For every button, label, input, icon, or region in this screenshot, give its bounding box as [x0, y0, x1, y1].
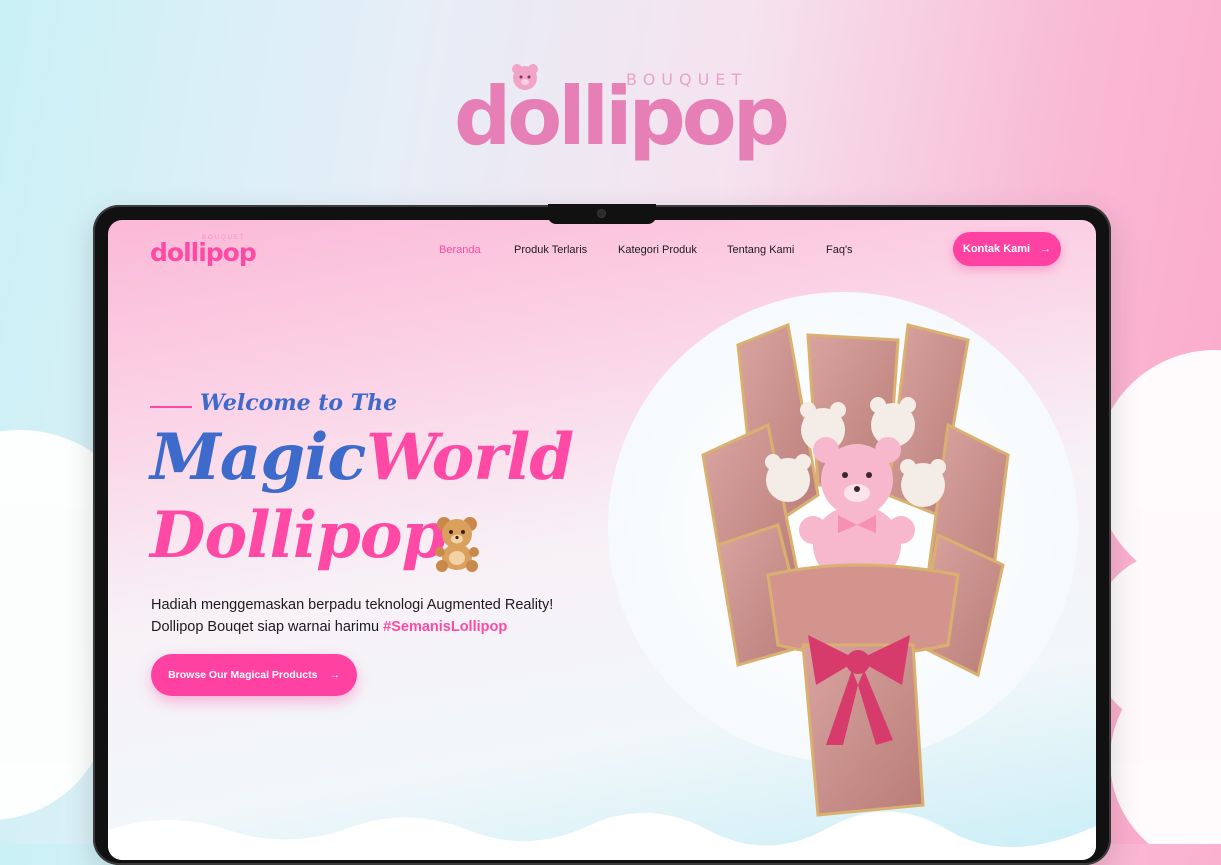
browse-products-button[interactable]: Browse Our Magical Products →: [151, 654, 357, 696]
teddy-bear-icon: [435, 517, 479, 572]
laptop-notch: [548, 204, 656, 224]
nav-item-tentang-kami[interactable]: Tentang Kami: [727, 244, 794, 256]
nav-item-faqs[interactable]: Faq's: [826, 244, 853, 256]
welcome-text: Welcome to The: [200, 390, 398, 416]
nav-item-beranda[interactable]: Beranda: [439, 244, 481, 256]
arrow-right-icon: →: [329, 669, 340, 681]
hero-description-text: Dollipop Bouqet siap warnai harimu: [151, 619, 380, 635]
hero-title-world: World: [366, 420, 574, 495]
laptop-frame: dollipop BOUQUET Beranda Produk Terlaris…: [93, 204, 1111, 865]
nav-logo-subtitle: BOUQUET: [202, 235, 246, 241]
arrow-right-icon: →: [1040, 243, 1052, 255]
hero-description-line1: Hadiah menggemaskan berpadu teknologi Au…: [151, 597, 554, 613]
bottom-cloud-wave: [108, 811, 1096, 860]
camera-icon: [598, 210, 605, 217]
browse-products-label: Browse Our Magical Products: [168, 669, 318, 681]
brand-logo: dollipop BOUQUET: [454, 62, 790, 162]
nav-item-produk-terlaris[interactable]: Produk Terlaris: [514, 244, 587, 256]
nav-item-kategori-produk[interactable]: Kategori Produk: [618, 244, 697, 256]
hero-title-dollipop: Dollipop: [150, 498, 446, 573]
contact-button[interactable]: Kontak Kami →: [953, 232, 1061, 266]
hero-description-line2: Dollipop Bouqet siap warnai harimu #Sema…: [151, 616, 553, 638]
laptop-screen: dollipop BOUQUET Beranda Produk Terlaris…: [108, 220, 1096, 860]
contact-button-label: Kontak Kami: [962, 243, 1031, 255]
teddy-bouquet-image: [701, 322, 1010, 817]
welcome-divider: [150, 406, 192, 408]
hero-title-magic: Magic: [150, 420, 366, 495]
brand-subtitle: BOUQUET: [626, 70, 748, 89]
nav-logo[interactable]: dollipop: [150, 238, 257, 267]
hero-hashtag[interactable]: #SemanisLollipop: [383, 619, 507, 635]
hero-description: Hadiah menggemaskan berpadu teknologi Au…: [151, 594, 553, 638]
